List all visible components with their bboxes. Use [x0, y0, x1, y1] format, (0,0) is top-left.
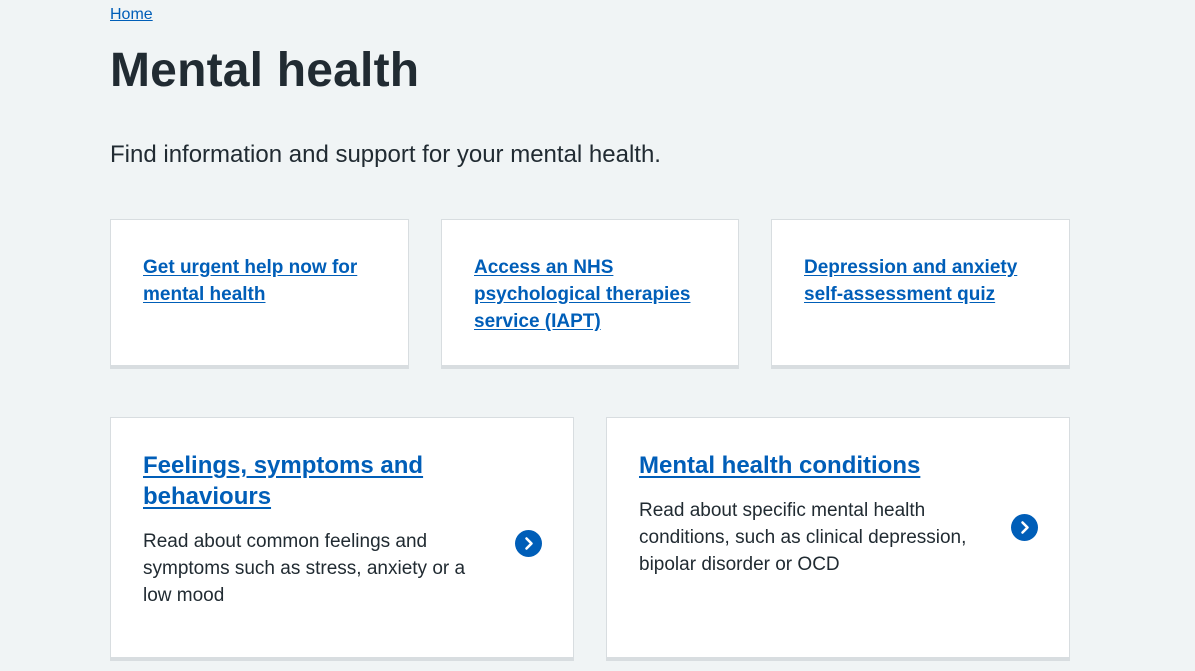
card-feelings-symptoms-description: Read about common feelings and symptoms … [143, 531, 466, 606]
page: Home Mental health Find information and … [0, 0, 1195, 671]
card-feelings-symptoms-link[interactable]: Feelings, symptoms and behaviours [143, 450, 463, 512]
card-iapt[interactable]: Access an NHS psychological therapies se… [441, 219, 739, 369]
card-mental-health-conditions-link[interactable]: Mental health conditions [639, 450, 1019, 481]
chevron-right-circle-icon[interactable] [515, 530, 542, 557]
card-urgent-help[interactable]: Get urgent help now for mental health [110, 219, 409, 369]
card-feelings-symptoms[interactable]: Feelings, symptoms and behaviours Read a… [110, 417, 574, 661]
card-mental-health-conditions[interactable]: Mental health conditions Read about spec… [606, 417, 1070, 661]
card-urgent-help-link[interactable]: Get urgent help now for mental health [143, 254, 378, 308]
chevron-right-circle-icon[interactable] [1011, 514, 1038, 541]
card-self-assessment-link[interactable]: Depression and anxiety self-assessment q… [804, 254, 1039, 308]
card-self-assessment[interactable]: Depression and anxiety self-assessment q… [771, 219, 1070, 369]
page-lede: Find information and support for your me… [110, 141, 661, 168]
page-title: Mental health [110, 44, 420, 97]
breadcrumb-home-link[interactable]: Home [110, 6, 153, 23]
breadcrumb: Home [110, 5, 153, 25]
card-iapt-link[interactable]: Access an NHS psychological therapies se… [474, 254, 708, 335]
card-mental-health-conditions-description: Read about specific mental health condit… [639, 500, 967, 575]
